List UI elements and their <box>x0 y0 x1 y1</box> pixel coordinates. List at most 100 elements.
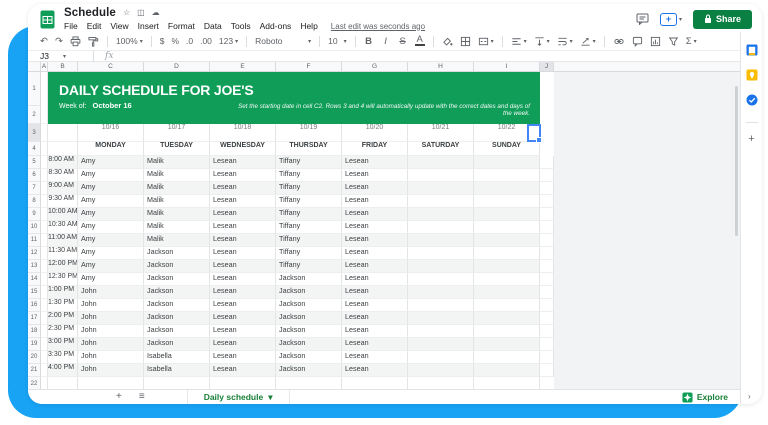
cell-B12[interactable]: 11:30 AM <box>48 247 78 260</box>
row-header-16[interactable]: 16 <box>28 299 41 312</box>
cell-J21[interactable] <box>540 364 554 377</box>
cell-A13[interactable] <box>41 260 48 273</box>
row-header-3[interactable]: 3 <box>28 124 41 142</box>
font-select[interactable]: Roboto▾ <box>255 36 311 46</box>
cell-B22[interactable] <box>48 377 78 389</box>
cell-F17[interactable]: Jackson <box>276 312 342 325</box>
merge-cells-button[interactable]: ▾ <box>478 36 494 47</box>
filter-icon[interactable] <box>668 36 679 47</box>
text-wrap-button[interactable]: ▾ <box>557 36 573 47</box>
cell-E22[interactable] <box>210 377 276 389</box>
get-add-ons-icon[interactable]: + <box>748 133 754 145</box>
row-header-18[interactable]: 18 <box>28 325 41 338</box>
tab-daily-schedule[interactable]: Daily schedule ▾ <box>187 390 290 405</box>
document-title[interactable]: Schedule <box>64 7 116 19</box>
cell-E19[interactable]: Lesean <box>210 338 276 351</box>
column-header-E[interactable]: E <box>210 62 276 72</box>
cell-G7[interactable]: Lesean <box>342 182 408 195</box>
cell-H17[interactable] <box>408 312 474 325</box>
cell-H6[interactable] <box>408 169 474 182</box>
cell-I8[interactable] <box>474 195 540 208</box>
cell-J18[interactable] <box>540 325 554 338</box>
cell-E6[interactable]: Lesean <box>210 169 276 182</box>
more-formats-button[interactable]: 123▾ <box>219 36 238 46</box>
cell-F19[interactable]: Jackson <box>276 338 342 351</box>
column-header-D[interactable]: D <box>144 62 210 72</box>
cell-C10[interactable]: Amy <box>78 221 144 234</box>
cell-C9[interactable]: Amy <box>78 208 144 221</box>
last-edit-link[interactable]: Last edit was seconds ago <box>331 22 425 31</box>
cell-F10[interactable]: Tiffany <box>276 221 342 234</box>
cell-B3[interactable] <box>48 124 78 142</box>
cell-C6[interactable]: Amy <box>78 169 144 182</box>
cell-A10[interactable] <box>41 221 48 234</box>
cell-H13[interactable] <box>408 260 474 273</box>
keep-icon[interactable] <box>746 69 758 81</box>
cell-H8[interactable] <box>408 195 474 208</box>
cell-E21[interactable]: Lesean <box>210 364 276 377</box>
row-header-14[interactable]: 14 <box>28 273 41 286</box>
cell-A22[interactable] <box>41 377 48 389</box>
cell-E15[interactable]: Lesean <box>210 286 276 299</box>
cell-A7[interactable] <box>41 182 48 195</box>
cell-C22[interactable] <box>78 377 144 389</box>
vertical-scrollbar[interactable] <box>735 86 738 236</box>
cell-E13[interactable]: Lesean <box>210 260 276 273</box>
undo-icon[interactable]: ↶ <box>40 36 48 47</box>
cell-F12[interactable]: Tiffany <box>276 247 342 260</box>
menu-help[interactable]: Help <box>300 21 317 31</box>
cell-F5[interactable]: Tiffany <box>276 156 342 169</box>
cell-D16[interactable]: Jackson <box>144 299 210 312</box>
cell-G20[interactable]: Lesean <box>342 351 408 364</box>
cell-E14[interactable]: Lesean <box>210 273 276 286</box>
column-header-I[interactable]: I <box>474 62 540 72</box>
cell-D7[interactable]: Malik <box>144 182 210 195</box>
row-header-6[interactable]: 6 <box>28 169 41 182</box>
explore-button[interactable]: Explore <box>682 392 728 403</box>
cell-E11[interactable]: Lesean <box>210 234 276 247</box>
cell-J9[interactable] <box>540 208 554 221</box>
cell-I20[interactable] <box>474 351 540 364</box>
row-header-12[interactable]: 12 <box>28 247 41 260</box>
column-header-H[interactable]: H <box>408 62 474 72</box>
column-header-A[interactable]: A <box>41 62 48 72</box>
cell-C8[interactable]: Amy <box>78 195 144 208</box>
cell-G17[interactable]: Lesean <box>342 312 408 325</box>
cell-A18[interactable] <box>41 325 48 338</box>
cell-E12[interactable]: Lesean <box>210 247 276 260</box>
cell-H12[interactable] <box>408 247 474 260</box>
cell-C13[interactable]: Amy <box>78 260 144 273</box>
cell-A9[interactable] <box>41 208 48 221</box>
cell-H19[interactable] <box>408 338 474 351</box>
cell-I4[interactable]: SUNDAY <box>474 142 540 156</box>
column-header-B[interactable]: B <box>48 62 78 72</box>
cell-H7[interactable] <box>408 182 474 195</box>
cell-C21[interactable]: John <box>78 364 144 377</box>
move-folder-icon[interactable]: ◫ <box>137 9 145 17</box>
star-icon[interactable]: ☆ <box>123 9 130 17</box>
cell-B11[interactable]: 11:00 AM <box>48 234 78 247</box>
cell-B4[interactable] <box>48 142 78 156</box>
cell-H18[interactable] <box>408 325 474 338</box>
cell-H21[interactable] <box>408 364 474 377</box>
cell-G10[interactable]: Lesean <box>342 221 408 234</box>
cell-E20[interactable]: Lesean <box>210 351 276 364</box>
cell-F9[interactable]: Tiffany <box>276 208 342 221</box>
cell-B20[interactable]: 3:30 PM <box>48 351 78 364</box>
cell-E16[interactable]: Lesean <box>210 299 276 312</box>
increase-decimal-button[interactable]: .00 <box>200 36 212 46</box>
cell-E7[interactable]: Lesean <box>210 182 276 195</box>
cell-F7[interactable]: Tiffany <box>276 182 342 195</box>
cell-I22[interactable] <box>474 377 540 389</box>
row-header-10[interactable]: 10 <box>28 221 41 234</box>
cell-C17[interactable]: John <box>78 312 144 325</box>
cell-A11[interactable] <box>41 234 48 247</box>
row-header-21[interactable]: 21 <box>28 364 41 377</box>
cell-J16[interactable] <box>540 299 554 312</box>
menu-tools[interactable]: Tools <box>231 21 251 31</box>
cell-B15[interactable]: 1:00 PM <box>48 286 78 299</box>
text-color-button[interactable]: A <box>415 36 425 46</box>
cell-H15[interactable] <box>408 286 474 299</box>
cell-B16[interactable]: 1:30 PM <box>48 299 78 312</box>
cell-F16[interactable]: Jackson <box>276 299 342 312</box>
